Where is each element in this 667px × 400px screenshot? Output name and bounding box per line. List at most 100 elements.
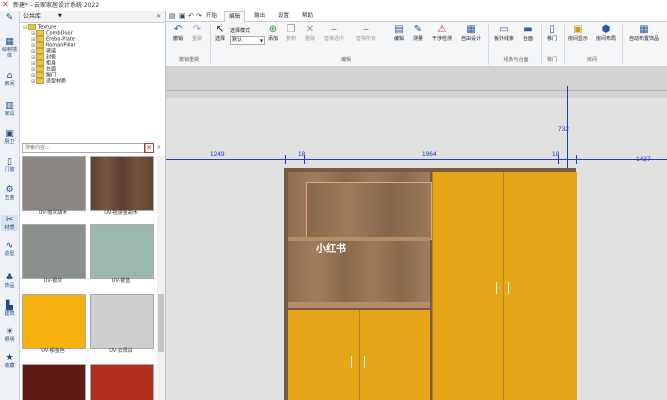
star-icon: ★: [5, 353, 14, 363]
material-swatch[interactable]: [90, 294, 154, 349]
hull-line-button[interactable]: ▭ 板外线条: [492, 24, 516, 42]
save-icon[interactable]: ▣: [179, 12, 186, 20]
scrollbar-thumb[interactable]: [158, 294, 164, 352]
redo-button[interactable]: ↷ 重做: [189, 24, 205, 42]
add-button[interactable]: ⊕ 添加: [265, 24, 281, 42]
replace-all-button[interactable]: ⎯ 替换所有: [352, 24, 380, 42]
door-panel[interactable]: [360, 310, 430, 400]
category-label: 厨卫: [4, 139, 15, 145]
category-lighting[interactable]: ☀ 照明: [1, 327, 18, 343]
material-icon: ✂: [5, 215, 14, 225]
dimension-label: 1437: [636, 156, 651, 163]
category-edit[interactable]: ✎: [1, 13, 18, 23]
vase-icon: ♣: [5, 273, 14, 283]
material-swatch[interactable]: [90, 224, 154, 279]
watermark: 小红书: [316, 244, 346, 255]
swatch-label: UV-云母白: [109, 348, 133, 354]
pin-icon[interactable]: ✕: [156, 12, 161, 21]
tab-settings[interactable]: 设置: [274, 11, 293, 21]
door-icon: ▯: [7, 157, 12, 167]
material-swatch[interactable]: [22, 364, 86, 400]
material-swatch[interactable]: [22, 156, 86, 211]
category-furniture[interactable]: ▥ 家具: [1, 101, 18, 117]
library-scrollbar[interactable]: [157, 156, 165, 400]
select-button[interactable]: ↖ 选择: [212, 24, 228, 42]
room-layout-button[interactable]: ⬢ 房间布局: [594, 24, 618, 42]
category-doors[interactable]: ▯ 门窗: [1, 157, 18, 173]
edit-button[interactable]: ▤ 编辑: [391, 24, 407, 42]
category-hardware[interactable]: ⚙ 五金: [1, 185, 18, 201]
swatch-label: UV-银灰: [43, 278, 63, 284]
category-label: 家具: [4, 111, 15, 117]
swatch-label: UV-郁金色: [41, 348, 65, 354]
undo-button[interactable]: ↶ 撤销: [170, 24, 186, 42]
select-mode-dropdown[interactable]: 默认 ▼: [230, 36, 265, 45]
door-panel[interactable]: [503, 172, 577, 400]
tree-node[interactable]: ⊞ 造型材质: [23, 78, 163, 85]
category-room[interactable]: ⌂ 房间: [1, 71, 18, 87]
door-icon: ▯: [549, 24, 555, 35]
dimension-tick: [558, 155, 559, 164]
auto-place-decor-button[interactable]: ▦ 自动布置饰品: [624, 24, 664, 42]
interference-check-button[interactable]: ⚠ 干涉检测: [429, 24, 455, 42]
select-mode-label: 选择模式: [230, 28, 251, 34]
ribbon-tabs: ▤ ▣ ↶ ↷ 开始 编辑 输出 设置 帮助: [166, 11, 667, 22]
check-icon: ⚠: [437, 24, 447, 35]
group-label: 移门: [546, 57, 557, 63]
counter-button[interactable]: ▬ 台面: [518, 24, 538, 42]
dimension-label: 1249: [210, 151, 225, 158]
replace-all-icon: ⎯: [363, 24, 369, 35]
tab-start[interactable]: 开始: [202, 11, 221, 21]
category-label: 饰品: [4, 283, 15, 289]
light-icon: ☀: [5, 327, 14, 337]
material-swatch[interactable]: [22, 224, 86, 279]
category-material[interactable]: ✂ 材质: [1, 215, 18, 231]
category-decor[interactable]: ♣ 饰品: [1, 273, 18, 289]
tab-help[interactable]: 帮助: [298, 11, 317, 21]
material-swatch[interactable]: [90, 364, 154, 400]
room-icon: ⌂: [6, 71, 13, 81]
ceiling: [166, 66, 667, 98]
category-wall[interactable]: ▦ 绘制墙体: [1, 37, 18, 59]
quick-redo-icon[interactable]: ↷: [196, 12, 202, 20]
door-handle: [351, 356, 352, 368]
chevron-down-icon[interactable]: ▼: [58, 12, 62, 21]
room-display-button[interactable]: ▣ 房间显示: [566, 24, 590, 42]
replace-selected-button[interactable]: ⎯ 替换选中: [320, 24, 348, 42]
copy-icon: ❐: [286, 24, 296, 35]
group-label: 编辑: [340, 57, 351, 63]
category-label: 房间: [4, 81, 15, 87]
category-kitchen[interactable]: ▣ 厨卫: [1, 129, 18, 145]
pencil-icon: ✎: [5, 13, 14, 23]
category-favorites[interactable]: ★ 收藏: [1, 353, 18, 369]
material-swatch[interactable]: [90, 156, 154, 211]
copy-button[interactable]: ❐ 复制: [283, 24, 299, 42]
door-panel[interactable]: [432, 172, 503, 400]
clear-icon[interactable]: ✕: [144, 143, 154, 153]
category-label: 收藏: [4, 363, 15, 369]
door-panel[interactable]: [288, 310, 360, 400]
folder-icon: [36, 78, 44, 84]
dimension-label: 732: [558, 126, 569, 133]
sliding-door-button[interactable]: ▯ 移门: [544, 24, 560, 42]
category-label: 照明: [4, 337, 15, 343]
free-design-button[interactable]: ▦ 自由设计: [458, 24, 484, 42]
delete-icon: ✕: [305, 24, 315, 35]
hardware-icon: ⚙: [5, 185, 14, 195]
delete-button[interactable]: ✕ 删除: [302, 24, 318, 42]
design-viewport[interactable]: 1249 18 1964 18 1437 732 2068 小红书: [166, 66, 667, 400]
category-building[interactable]: ▙ 建筑: [1, 301, 18, 317]
search-icon[interactable]: ⌕: [155, 143, 163, 151]
line-icon: ▭: [499, 24, 509, 35]
edit-icon: ▤: [394, 24, 404, 35]
tab-edit[interactable]: 编辑: [224, 11, 246, 22]
category-shape[interactable]: ∿ 造型: [1, 241, 18, 257]
tab-output[interactable]: 输出: [250, 11, 269, 21]
search-input[interactable]: [22, 143, 146, 153]
quick-undo-icon[interactable]: ↶: [188, 12, 194, 20]
swatch-label: UV-丽灰胡木: [38, 210, 68, 216]
door-handle: [364, 356, 365, 368]
material-swatch[interactable]: [22, 294, 86, 349]
measure-button[interactable]: ✎ 测量: [410, 24, 426, 42]
menu-icon[interactable]: ▤: [169, 12, 176, 20]
